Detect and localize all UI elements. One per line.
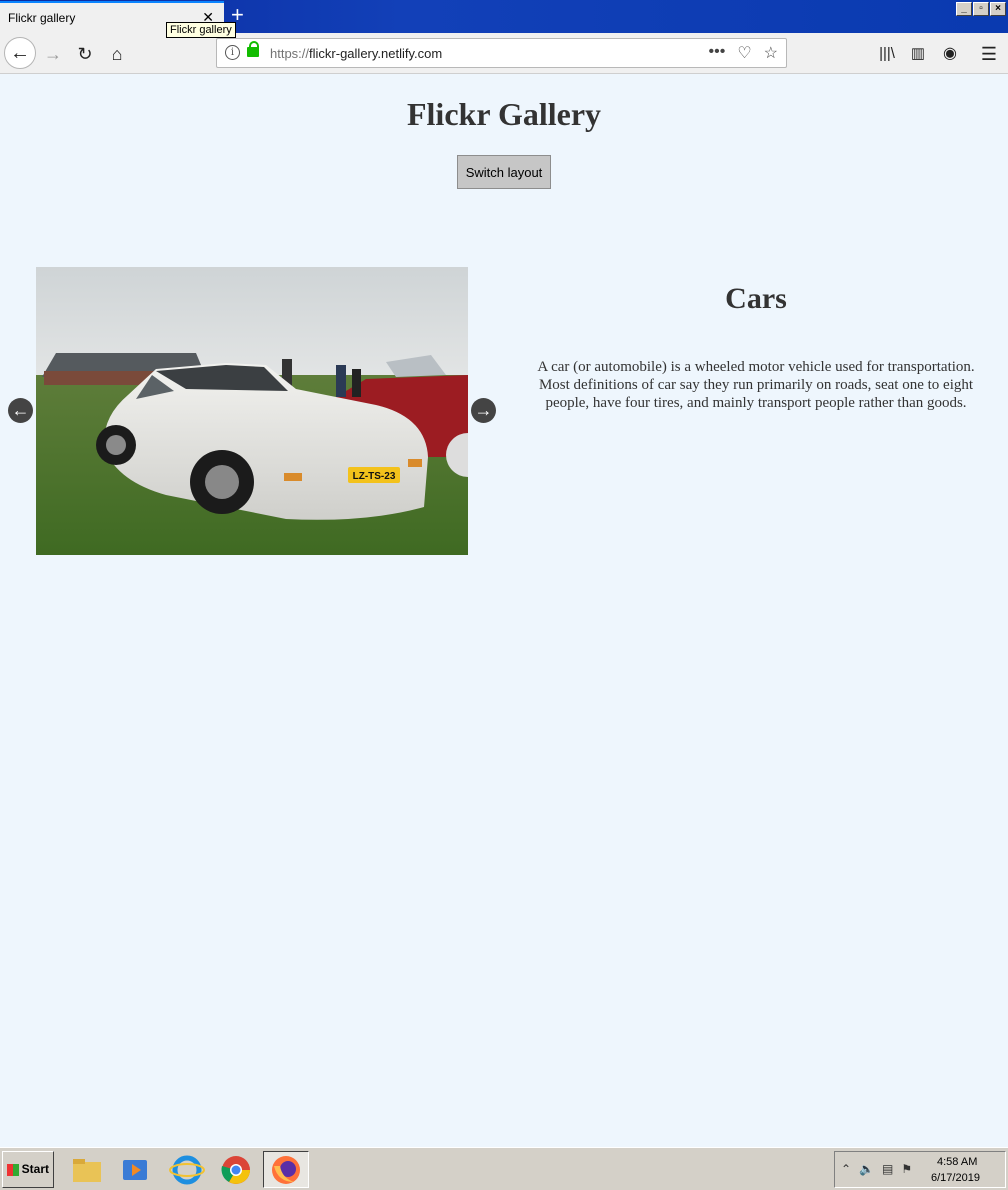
license-plate-text: LZ-TS-23: [353, 471, 396, 482]
forward-arrow-icon[interactable]: →: [40, 41, 66, 67]
photo-description: A car (or automobile) is a wheeled motor…: [537, 359, 975, 411]
windows-logo-icon: [7, 1164, 19, 1176]
browser-nav-bar: ← → ↻ ⌂ i https://flickr-gallery.netlify…: [0, 33, 1008, 74]
tray-expand-icon[interactable]: ⌃: [841, 1162, 851, 1176]
internet-explorer-icon[interactable]: [164, 1151, 210, 1188]
chrome-icon[interactable]: [213, 1151, 259, 1188]
action-center-icon[interactable]: ⚑: [901, 1162, 912, 1176]
os-taskbar: Start ⌃ 🔈 ▤ ⚑ 4:58 AM 6/17/2019: [0, 1147, 1008, 1190]
back-arrow-icon[interactable]: ←: [4, 37, 36, 69]
site-info-icon[interactable]: i: [225, 45, 240, 60]
browser-tab-bar: Flickr gallery ✕ + _ ▫ ×: [0, 0, 1008, 33]
minimize-icon[interactable]: _: [956, 2, 972, 16]
more-icon[interactable]: •••: [709, 43, 726, 63]
url-protocol: https://: [270, 46, 310, 61]
clock-date[interactable]: 6/17/2019: [931, 1172, 980, 1184]
bookmark-star-icon[interactable]: ☆: [764, 43, 778, 63]
media-player-icon[interactable]: [112, 1151, 158, 1188]
page-title: Flickr Gallery: [406, 96, 602, 132]
close-window-icon[interactable]: ×: [990, 2, 1006, 16]
url-text[interactable]: https://flickr-gallery.netlify.com: [270, 46, 442, 61]
window-controls: _ ▫ ×: [956, 2, 1006, 16]
system-tray: ⌃ 🔈 ▤ ⚑ 4:58 AM 6/17/2019: [834, 1151, 1006, 1188]
next-photo-button[interactable]: →: [471, 398, 496, 423]
network-icon[interactable]: ▤: [882, 1162, 893, 1176]
library-icon[interactable]: |||\: [874, 41, 900, 67]
switch-layout-button[interactable]: Switch layout: [457, 155, 551, 189]
secure-lock-icon[interactable]: [247, 41, 259, 57]
volume-icon[interactable]: 🔈: [859, 1162, 874, 1176]
menu-icon[interactable]: ☰: [976, 41, 1002, 67]
gallery-photo[interactable]: LZ-TS-23: [36, 267, 468, 555]
restore-icon[interactable]: ▫: [973, 2, 989, 16]
url-host: flickr-gallery.netlify.com: [309, 46, 443, 61]
start-label: Start: [21, 1162, 49, 1176]
firefox-icon[interactable]: [263, 1151, 309, 1188]
tab-tooltip: Flickr gallery: [166, 22, 236, 38]
home-icon[interactable]: ⌂: [104, 41, 130, 67]
start-button[interactable]: Start: [2, 1151, 54, 1188]
address-bar[interactable]: i https://flickr-gallery.netlify.com •••…: [216, 38, 787, 68]
reload-icon[interactable]: ↻: [72, 41, 98, 67]
pocket-icon[interactable]: ♡: [737, 43, 751, 63]
file-explorer-icon[interactable]: [64, 1151, 110, 1188]
car-photo-image: LZ-TS-23: [36, 267, 468, 555]
account-icon[interactable]: ◉: [937, 41, 963, 67]
clock-time[interactable]: 4:58 AM: [937, 1156, 977, 1168]
previous-photo-button[interactable]: ←: [8, 398, 33, 423]
photo-category-title: Cars: [725, 282, 787, 315]
tab-title: Flickr gallery: [8, 11, 76, 25]
sidebar-icon[interactable]: ▥: [905, 41, 931, 67]
